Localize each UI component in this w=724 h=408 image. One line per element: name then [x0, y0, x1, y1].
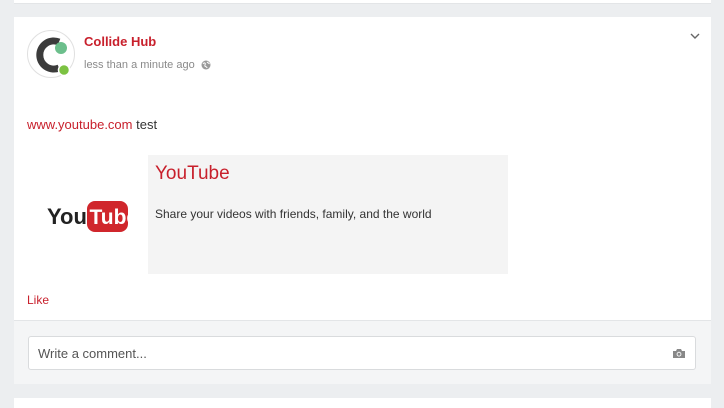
link-preview[interactable]: YouTube Share your videos with friends, …: [148, 155, 508, 274]
comment-input[interactable]: [28, 336, 696, 370]
post-timestamp[interactable]: less than a minute ago: [84, 59, 195, 71]
collide-hub-logo-icon: [36, 37, 71, 77]
chevron-down-icon[interactable]: [689, 31, 701, 41]
next-post-card: [14, 398, 711, 408]
post-meta: less than a minute ago: [84, 59, 211, 71]
comment-area: [14, 320, 711, 384]
post-body: www.youtube.com test: [27, 117, 157, 132]
camera-icon[interactable]: [672, 348, 686, 359]
youtube-logo-tube: Tube: [90, 206, 130, 229]
post-body-text: test: [132, 117, 158, 132]
globe-icon: [201, 60, 211, 70]
post-author-name[interactable]: Collide Hub: [84, 34, 156, 49]
youtube-logo-you: You: [47, 204, 87, 229]
avatar[interactable]: [27, 30, 75, 78]
link-preview-title[interactable]: YouTube: [155, 163, 230, 185]
previous-post-card: [14, 0, 711, 4]
youtube-logo-icon[interactable]: You Tube: [47, 199, 129, 233]
post-link[interactable]: www.youtube.com: [27, 117, 133, 132]
like-button[interactable]: Like: [27, 293, 49, 307]
post-card: Collide Hub less than a minute ago www.y…: [14, 17, 711, 320]
link-preview-description: Share your videos with friends, family, …: [155, 207, 432, 221]
